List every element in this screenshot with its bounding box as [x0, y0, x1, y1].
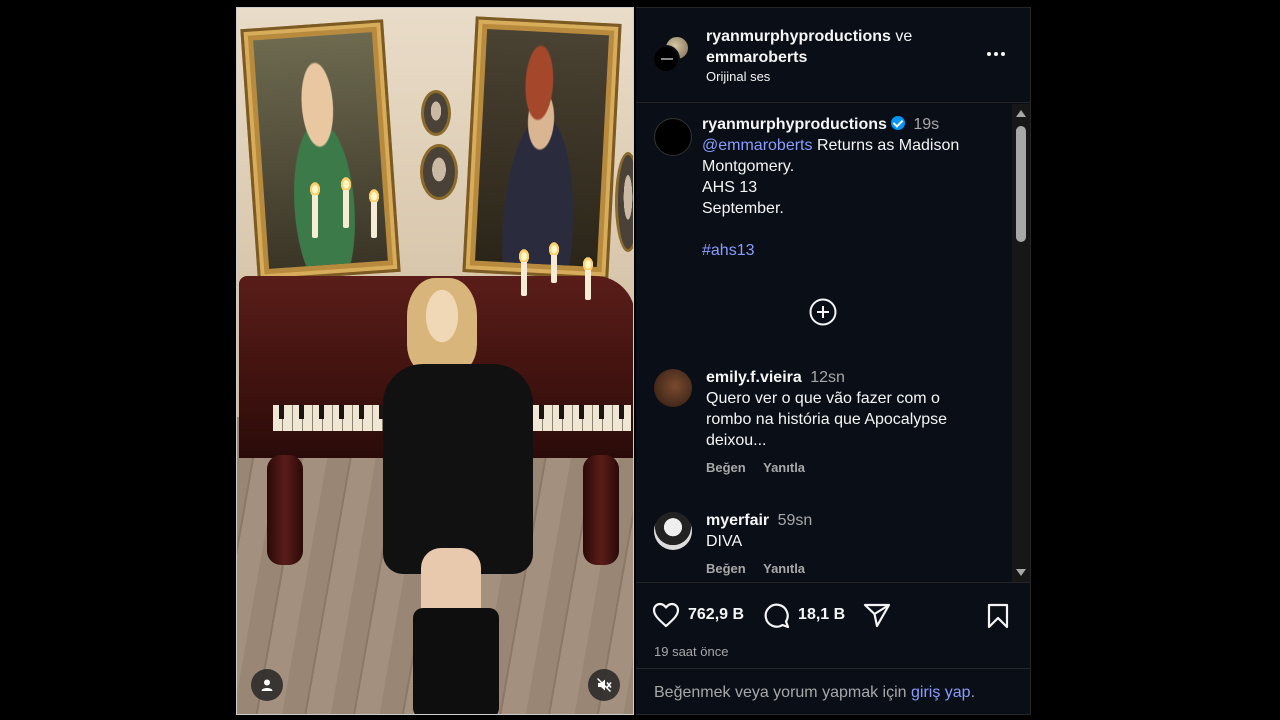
post-timestamp[interactable]: 19 saat önce [654, 644, 728, 659]
painting-left [240, 19, 401, 282]
comment-username[interactable]: myerfair [706, 512, 769, 529]
mention-link[interactable]: @emmaroberts [702, 137, 813, 154]
more-icon [987, 52, 991, 56]
candle [548, 241, 560, 283]
login-link[interactable]: giriş yap [911, 684, 971, 701]
more-options-button[interactable] [982, 44, 1010, 64]
comment-actions: Beğen Yanıtla [706, 561, 1006, 576]
avatar[interactable] [654, 118, 692, 156]
comment-time[interactable]: 59sn [778, 512, 813, 529]
like-comment-button[interactable]: Beğen [706, 460, 746, 475]
caption-text: @emmaroberts Returns as Madison Montgome… [702, 137, 960, 259]
comments-scrollbar[interactable] [1012, 104, 1030, 582]
author-link[interactable]: ryanmurphyproductions [706, 28, 891, 45]
piano-leg [267, 455, 303, 565]
post-details-panel: ryanmurphyproductions ve emmaroberts Ori… [636, 7, 1031, 715]
mute-toggle-button[interactable] [588, 669, 620, 701]
comment-actions: Beğen Yanıtla [706, 460, 1006, 475]
comment-icon[interactable] [762, 601, 790, 629]
tagged-profile-button[interactable] [251, 669, 283, 701]
candle [309, 181, 321, 238]
comment-text: Quero ver o que vão fazer com o rombo na… [706, 390, 948, 449]
like-comment-button[interactable]: Beğen [706, 561, 746, 576]
oval-portrait-small [421, 90, 451, 136]
instagram-post-modal: ryanmurphyproductions ve emmaroberts Ori… [0, 0, 1280, 720]
piano-leg [583, 455, 619, 565]
painting-right [462, 16, 622, 280]
like-count[interactable]: 762,9 B [688, 606, 744, 624]
divider [636, 668, 1030, 669]
candle [368, 188, 380, 238]
post-header: ryanmurphyproductions ve emmaroberts Ori… [636, 8, 1030, 103]
reply-button[interactable]: Yanıtla [763, 561, 805, 576]
caption-time[interactable]: 19s [913, 116, 939, 133]
comment-time[interactable]: 12sn [810, 369, 845, 386]
heart-icon[interactable] [652, 602, 680, 628]
caption-username[interactable]: ryanmurphyproductions [702, 116, 887, 133]
comments-list: ryanmurphyproductions 19s @emmaroberts R… [636, 104, 1031, 582]
avatar[interactable] [654, 512, 692, 550]
scroll-thumb[interactable] [1016, 126, 1026, 242]
comment-text: DIVA [706, 533, 743, 550]
oval-portrait-medium [420, 144, 458, 200]
scroll-down-arrow[interactable] [1016, 569, 1026, 576]
author-link[interactable]: emmaroberts [706, 49, 807, 66]
candle [582, 256, 594, 300]
profile-icon [261, 679, 273, 691]
audio-link[interactable]: Orijinal ses [706, 69, 770, 84]
reply-button[interactable]: Yanıtla [763, 460, 805, 475]
add-circle-icon[interactable] [808, 297, 838, 327]
login-prompt: Beğenmek veya yorum yapmak için giriş ya… [654, 684, 976, 701]
share-icon[interactable] [863, 602, 891, 628]
comment-username[interactable]: emily.f.vieira [706, 369, 802, 386]
bookmark-icon[interactable] [987, 603, 1009, 629]
author-avatars[interactable] [652, 35, 692, 75]
oval-portrait-edge [615, 152, 633, 252]
scroll-up-arrow[interactable] [1016, 110, 1026, 117]
muted-icon [597, 678, 612, 692]
comment-count[interactable]: 18,1 B [798, 606, 845, 624]
post-authors: ryanmurphyproductions ve emmaroberts [706, 26, 912, 68]
hashtag-link[interactable]: #ahs13 [702, 242, 755, 259]
avatar[interactable] [654, 369, 692, 407]
author-connector: ve [895, 28, 913, 45]
video-subject [377, 278, 537, 714]
post-video[interactable] [236, 7, 634, 715]
verified-icon [890, 116, 905, 130]
candle [340, 176, 352, 228]
avatar [652, 45, 680, 73]
